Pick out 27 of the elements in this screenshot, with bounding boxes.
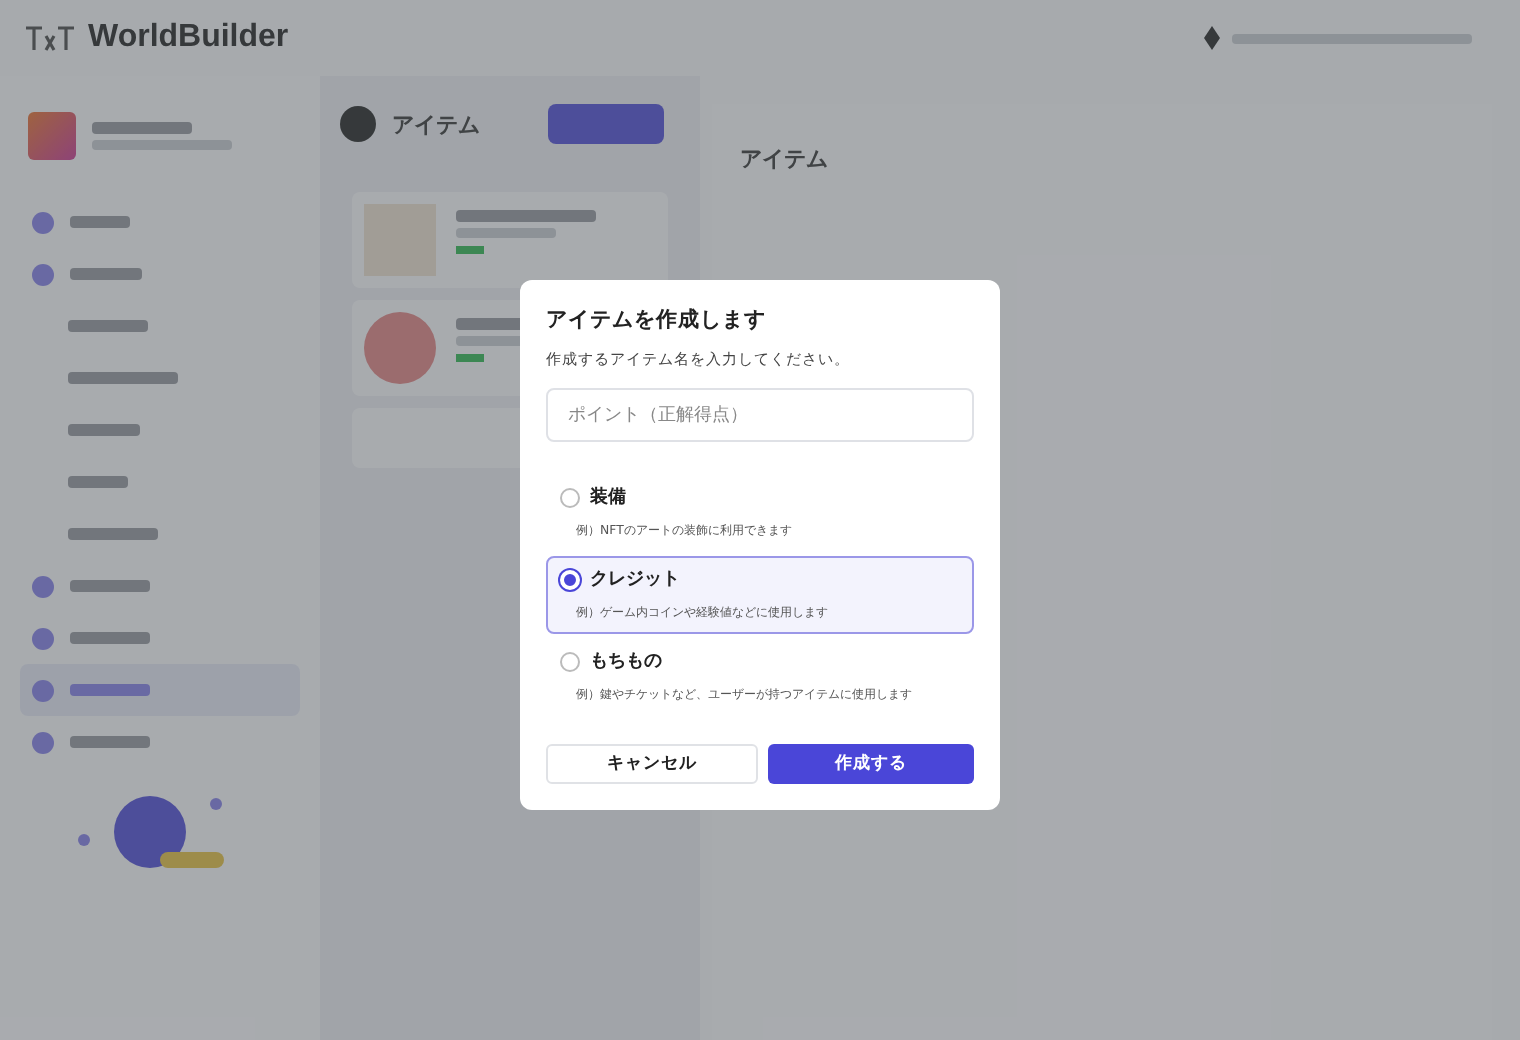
item-icon <box>340 106 376 142</box>
org-name <box>92 122 192 134</box>
org-subtitle <box>92 140 232 150</box>
submenu-item[interactable] <box>68 528 158 540</box>
list-title: アイテム <box>392 109 480 139</box>
submenu-item[interactable] <box>68 372 178 384</box>
account-id[interactable] <box>1232 33 1472 43</box>
submenu-item[interactable] <box>68 476 128 488</box>
create-button[interactable]: 作成する <box>767 744 974 784</box>
option-label: クレジット <box>590 568 680 592</box>
dialog-title: アイテムを作成します <box>546 306 768 334</box>
radio-button[interactable] <box>560 487 580 507</box>
new-button[interactable] <box>548 104 664 144</box>
option-label: もちもの <box>590 650 662 674</box>
item-card[interactable] <box>352 192 668 288</box>
logo-icon <box>24 24 76 52</box>
app-logo: WorldBuilder <box>88 20 289 56</box>
submenu-item[interactable] <box>68 424 140 436</box>
wallet-icon <box>1204 26 1220 50</box>
panel-title: アイテム <box>740 144 830 174</box>
org-avatar <box>28 112 76 160</box>
submenu-item[interactable] <box>68 320 148 332</box>
sidebar-item[interactable] <box>20 664 300 716</box>
radio-button[interactable] <box>560 651 580 671</box>
option-label: 装備 <box>590 484 626 510</box>
input-field[interactable]: ポイント（正解得点） <box>546 388 974 442</box>
cancel-button[interactable]: キャンセル <box>546 744 757 784</box>
